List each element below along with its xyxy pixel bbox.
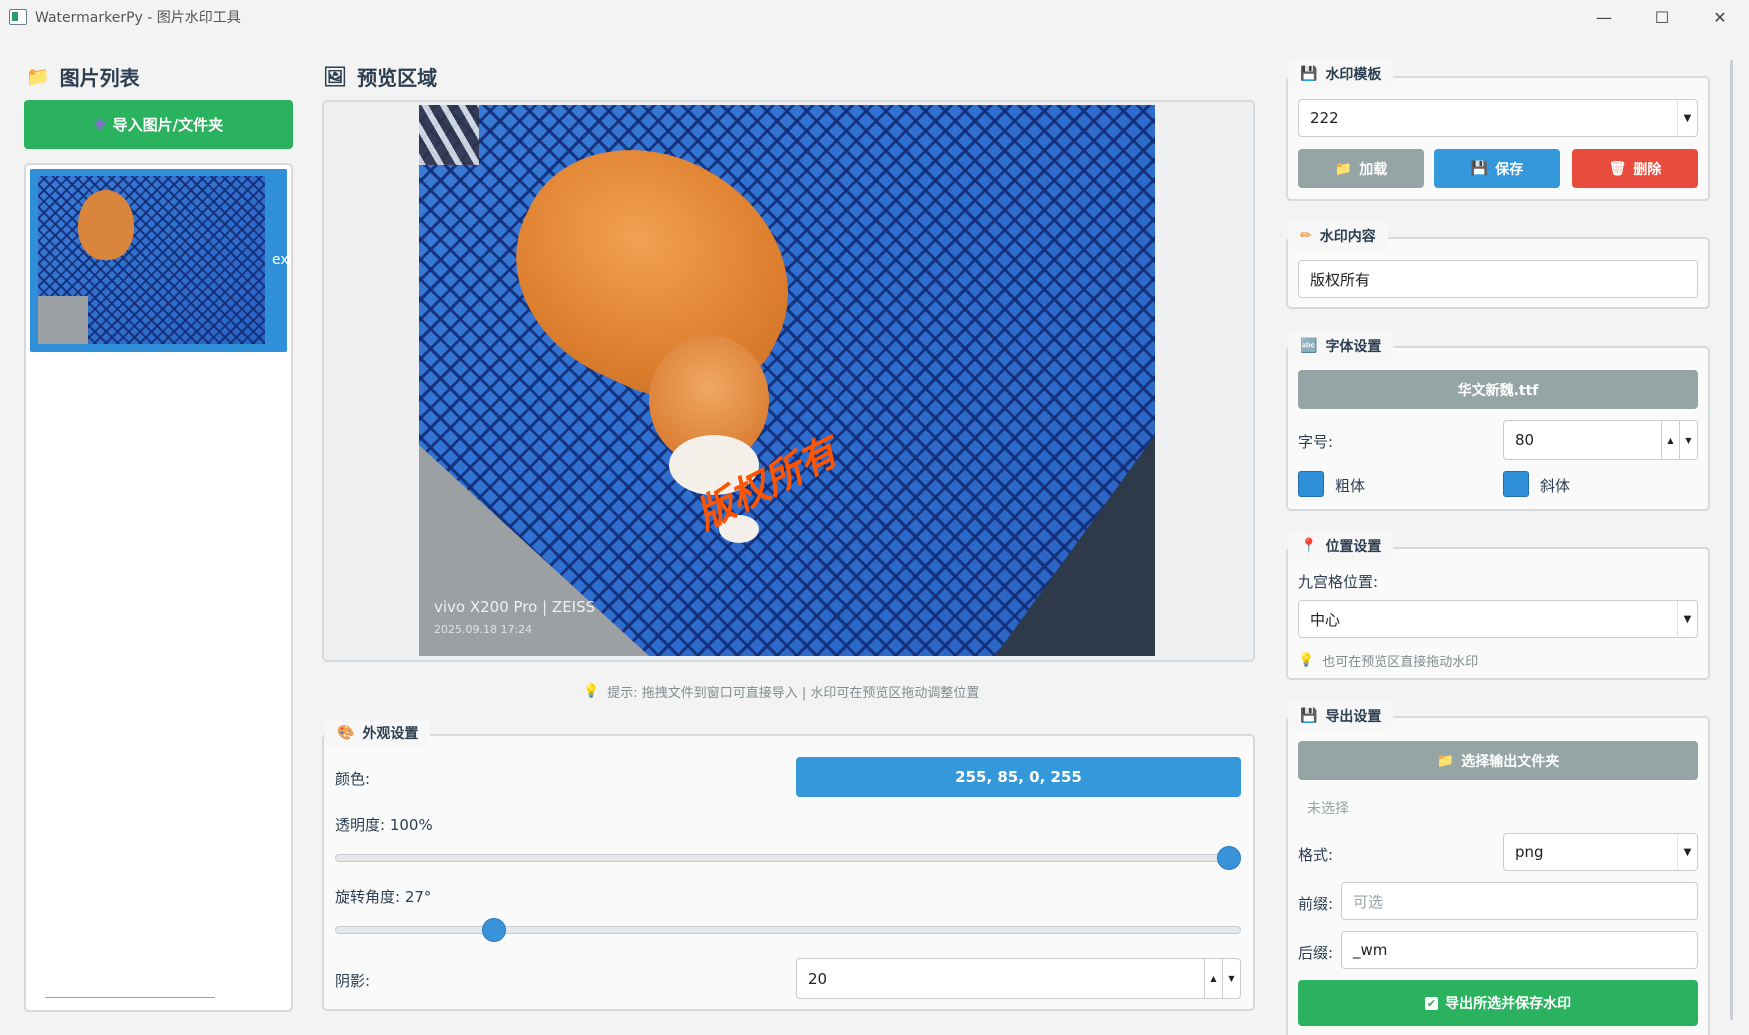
rail-shape — [419, 105, 479, 165]
minimize-button[interactable]: — — [1575, 0, 1633, 34]
choose-output-folder-button[interactable]: 📁 选择输出文件夹 — [1298, 741, 1698, 780]
template-group-label: 💾 水印模板 — [1288, 60, 1394, 88]
spin-up-icon[interactable]: ▲ — [1661, 421, 1679, 459]
choose-font-button[interactable]: 华文新魏.ttf — [1298, 370, 1698, 409]
position-tip: 💡 也可在预览区直接拖动水印 — [1298, 653, 1479, 670]
asphalt-shape — [995, 435, 1155, 656]
close-button[interactable]: ✕ — [1691, 0, 1749, 34]
shadow-spin-buttons: ▲ ▼ — [1204, 959, 1240, 998]
color-label: 颜色: — [335, 770, 371, 788]
chevron-down-icon: ▼ — [1677, 100, 1697, 136]
image-list-item-text: ex — [272, 252, 289, 268]
maximize-button[interactable]: ☐ — [1633, 0, 1691, 34]
palette-icon: 🎨 — [337, 725, 355, 741]
spin-up-icon[interactable]: ▲ — [1204, 959, 1222, 998]
shadow-label: 阴影: — [335, 972, 371, 990]
image-list-title: 📁 图片列表 — [26, 66, 140, 90]
folder-icon: 📁 — [26, 66, 50, 88]
opacity-slider-handle[interactable] — [1217, 846, 1241, 870]
picture-icon: 🖼 — [323, 66, 348, 88]
output-folder-status: 未选择 — [1307, 801, 1349, 817]
delete-template-button[interactable]: 🗑 删除 — [1572, 149, 1698, 188]
plus-icon: ✚ — [93, 116, 106, 133]
load-template-button[interactable]: 📁 加载 — [1298, 149, 1424, 188]
thumb-cat-shape — [78, 190, 134, 260]
content-group-label: ✏ 水印内容 — [1288, 222, 1388, 250]
folder-icon: 📁 — [1334, 160, 1353, 177]
format-select[interactable]: png ▼ — [1503, 833, 1698, 871]
suffix-input[interactable]: _wm — [1341, 931, 1698, 969]
import-images-button[interactable]: ✚ 导入图片/文件夹 — [24, 100, 293, 149]
save-template-button[interactable]: 💾 保存 — [1434, 149, 1560, 188]
rotation-label: 旋转角度: 27° — [335, 888, 432, 906]
watermark-text-input[interactable]: 版权所有 — [1298, 260, 1698, 298]
chevron-down-icon: ▼ — [1677, 834, 1697, 870]
font-size-spin-buttons: ▲ ▼ — [1661, 421, 1697, 459]
pin-icon: 📍 — [1300, 538, 1318, 554]
italic-label: 斜体 — [1540, 477, 1571, 495]
camera-caption: vivo X200 Pro | ZEISS — [434, 598, 596, 616]
shadow-spinbox[interactable]: 20 ▲ ▼ — [796, 958, 1241, 999]
thumb-ground-shape — [38, 296, 88, 344]
grid-position-label: 九宫格位置: — [1298, 573, 1379, 591]
font-icon: 🔤 — [1300, 338, 1318, 354]
floppy-icon: 💾 — [1470, 160, 1489, 177]
settings-scrollbar[interactable] — [1730, 60, 1733, 1020]
italic-checkbox[interactable] — [1503, 471, 1529, 497]
export-group-label: 💾 导出设置 — [1288, 702, 1394, 730]
list-scrollbar[interactable] — [45, 997, 215, 998]
pencil-icon: ✏ — [1300, 228, 1312, 244]
folder-icon: 📁 — [1436, 752, 1455, 769]
export-button[interactable]: ✔ 导出所选并保存水印 — [1298, 980, 1698, 1026]
camera-date: 2025.09.18 17:24 — [434, 623, 533, 636]
floppy-icon: 💾 — [1300, 708, 1318, 724]
app-icon — [9, 9, 27, 25]
rotation-slider[interactable] — [335, 926, 1241, 934]
window-title: WatermarkerPy - 图片水印工具 — [35, 10, 241, 26]
lightbulb-icon: 💡 — [1298, 653, 1315, 668]
color-picker-button[interactable]: 255, 85, 0, 255 — [796, 757, 1241, 797]
font-size-spinbox[interactable]: 80 ▲ ▼ — [1503, 420, 1698, 460]
checkbox-icon: ✔ — [1424, 996, 1439, 1010]
prefix-label: 前缀: — [1298, 895, 1334, 913]
template-select[interactable]: 222 ▼ — [1298, 99, 1698, 137]
spin-down-icon[interactable]: ▼ — [1222, 959, 1240, 998]
rotation-slider-handle[interactable] — [482, 918, 507, 942]
font-group-label: 🔤 字体设置 — [1288, 332, 1394, 360]
chevron-down-icon: ▼ — [1677, 601, 1697, 637]
opacity-slider[interactable] — [335, 854, 1241, 862]
trash-icon: 🗑 — [1608, 160, 1627, 177]
bold-checkbox[interactable] — [1298, 471, 1324, 497]
bold-label: 粗体 — [1335, 477, 1366, 495]
grid-position-select[interactable]: 中心 ▼ — [1298, 600, 1698, 638]
lightbulb-icon: 💡 — [583, 684, 600, 699]
opacity-label: 透明度: 100% — [335, 816, 433, 834]
spin-down-icon[interactable]: ▼ — [1679, 421, 1697, 459]
title-bar: WatermarkerPy - 图片水印工具 — ☐ ✕ — [0, 0, 1749, 34]
appearance-group-label: 🎨 外观设置 — [325, 719, 431, 747]
font-size-label: 字号: — [1298, 433, 1334, 451]
position-group-label: 📍 位置设置 — [1288, 532, 1394, 560]
image-thumbnail[interactable] — [38, 176, 265, 344]
floppy-icon: 💾 — [1300, 66, 1318, 82]
suffix-label: 后缀: — [1298, 944, 1334, 962]
preview-title: 🖼 预览区域 — [323, 66, 438, 90]
prefix-input[interactable]: 可选 — [1341, 882, 1698, 920]
format-label: 格式: — [1298, 846, 1334, 864]
preview-image[interactable]: 版权所有 vivo X200 Pro | ZEISS 2025.09.18 17… — [419, 105, 1155, 656]
preview-hint: 💡 提示: 拖拽文件到窗口可直接导入 | 水印可在预览区拖动调整位置 — [583, 684, 980, 701]
